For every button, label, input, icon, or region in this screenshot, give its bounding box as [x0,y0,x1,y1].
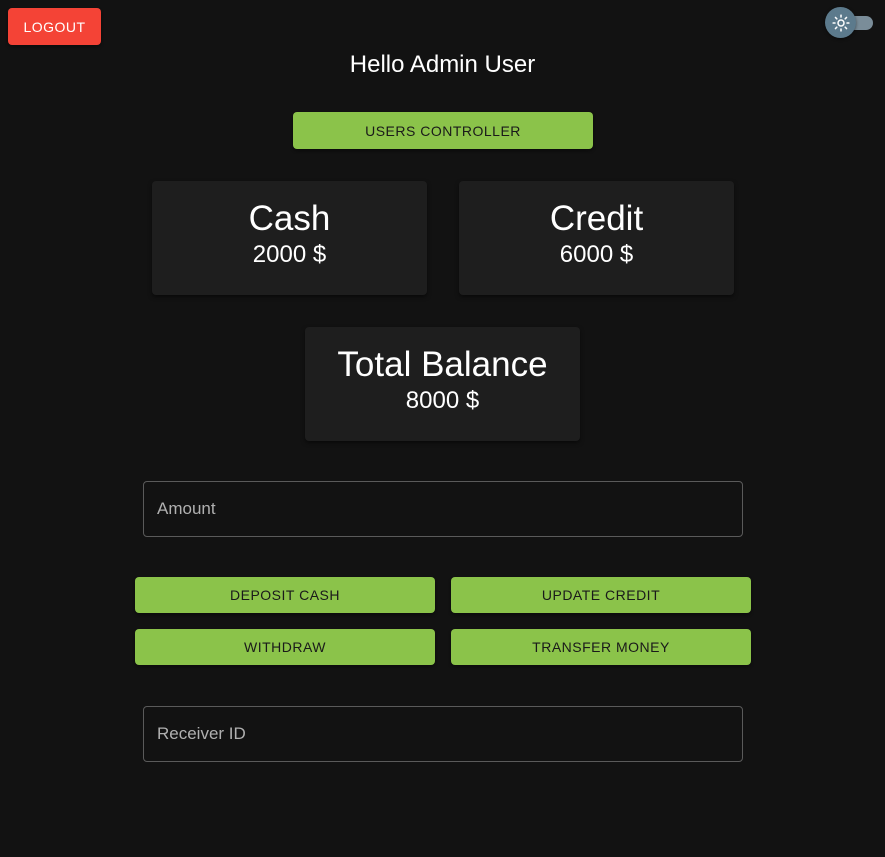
receiver-id-field[interactable] [143,706,743,762]
update-credit-button[interactable]: UPDATE CREDIT [451,577,751,613]
transfer-money-button[interactable]: TRANSFER MONEY [451,629,751,665]
total-balance-card: Total Balance 8000 $ [305,327,580,441]
cash-value: 2000 $ [252,241,327,268]
withdraw-button[interactable]: WITHDRAW [135,629,435,665]
users-controller-button[interactable]: USERS CONTROLLER [293,112,593,149]
credit-card: Credit 6000 $ [459,181,734,295]
credit-title: Credit [549,199,644,238]
total-balance-value: 8000 $ [405,387,480,414]
toggle-thumb[interactable] [825,7,856,38]
cash-card: Cash 2000 $ [152,181,427,295]
amount-input[interactable] [144,482,742,536]
page: LOGOUT Hello Admin User USERS CONTROLLER [0,0,885,857]
receiver-id-input[interactable] [144,707,742,761]
credit-value: 6000 $ [559,241,634,268]
amount-field[interactable] [143,481,743,537]
theme-toggle[interactable] [825,6,875,38]
greeting-heading: Hello Admin User [349,51,536,78]
logout-button[interactable]: LOGOUT [8,8,101,45]
deposit-cash-button[interactable]: DEPOSIT CASH [135,577,435,613]
cash-title: Cash [248,199,331,238]
total-balance-title: Total Balance [337,345,548,384]
sun-icon [831,13,850,32]
